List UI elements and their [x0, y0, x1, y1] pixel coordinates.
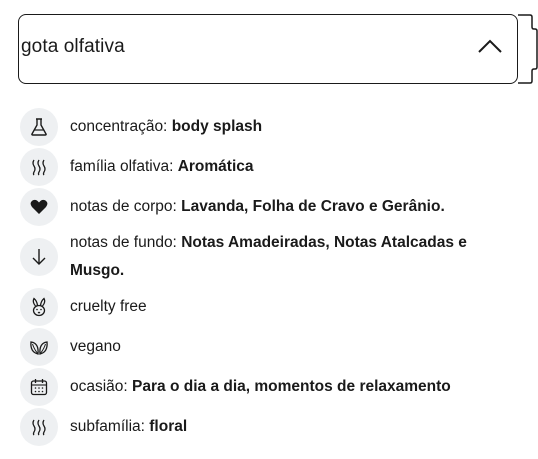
- detail-label: subfamília:: [70, 418, 145, 435]
- detail-label: notas de corpo:: [70, 198, 177, 215]
- detail-value: floral: [149, 418, 188, 435]
- detail-label: família olfativa:: [70, 158, 174, 175]
- flask-icon: [20, 108, 58, 146]
- heart-icon: [20, 188, 58, 226]
- arrow-down-icon: [20, 238, 58, 276]
- detail-value: Para o dia a dia, momentos de relaxament…: [132, 378, 451, 395]
- rabbit-icon: [20, 288, 58, 326]
- detail-label: notas de fundo:: [70, 234, 177, 251]
- scent-waves-icon: [20, 148, 58, 186]
- leaves-icon: [20, 328, 58, 366]
- scent-waves-icon: [20, 408, 58, 446]
- detail-label: vegano: [70, 338, 121, 355]
- accordion-edge-decoration: [518, 14, 538, 84]
- detail-value: Aromática: [177, 158, 254, 175]
- detail-label: concentração:: [70, 118, 168, 135]
- detail-label: cruelty free: [70, 298, 147, 315]
- calendar-icon: [20, 368, 58, 406]
- detail-value: body splash: [171, 118, 263, 135]
- chevron-up-icon[interactable]: [477, 37, 503, 55]
- detail-value: Lavanda, Folha de Cravo e Gerânio.: [181, 198, 445, 215]
- accordion-title: gota olfativa: [21, 36, 125, 57]
- detail-label: ocasião:: [70, 378, 128, 395]
- accordion-header-gota-olfativa[interactable]: gota olfativa: [18, 14, 518, 84]
